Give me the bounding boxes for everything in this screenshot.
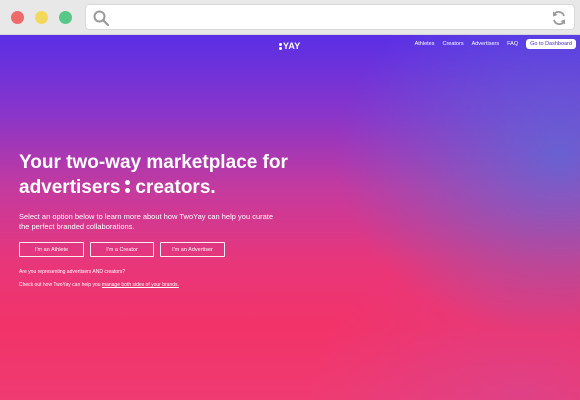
close-window-button[interactable] <box>11 11 24 24</box>
hero-subtitle: Select an option below to learn more abo… <box>19 212 274 231</box>
nav-link-faq[interactable]: FAQ <box>507 41 518 47</box>
role-options: I'm an Athlete I'm a Creator I'm an Adve… <box>19 242 231 257</box>
athlete-button[interactable]: I'm an Athlete <box>19 242 84 257</box>
nav-link-advertisers[interactable]: Advertisers <box>472 41 500 47</box>
hero-title-advertisers: advertisers <box>19 177 121 198</box>
search-icon <box>92 9 110 27</box>
agency-note: Check out how TwoYay can help you manage… <box>19 282 179 288</box>
minimize-window-button[interactable] <box>35 11 48 24</box>
browser-window: YAY Athletes Creators Advertisers FAQ Go… <box>0 0 580 400</box>
address-bar[interactable] <box>85 4 575 30</box>
creator-button[interactable]: I'm a Creator <box>90 242 154 257</box>
logo-colon-icon <box>279 43 282 50</box>
reload-icon[interactable] <box>550 9 568 27</box>
manage-both-sides-link[interactable]: manage both sides of your brands. <box>102 282 179 288</box>
maximize-window-button[interactable] <box>59 11 72 24</box>
hero-title-creators: creators. <box>135 177 216 198</box>
agency-question: Are you representing advertisers AND cre… <box>19 269 126 275</box>
go-to-dashboard-button[interactable]: Go to Dashboard <box>526 39 576 49</box>
colon-icon <box>125 180 131 194</box>
top-nav: Athletes Creators Advertisers FAQ Go to … <box>415 39 576 49</box>
site-logo[interactable]: YAY <box>279 41 300 51</box>
nav-link-athletes[interactable]: Athletes <box>415 41 435 47</box>
agency-note-text: Check out how TwoYay can help you <box>19 282 102 288</box>
browser-toolbar <box>0 0 580 35</box>
advertiser-button[interactable]: I'm an Advertiser <box>160 242 225 257</box>
hero-title: Your two-way marketplace for advertisers… <box>19 150 288 200</box>
nav-link-creators[interactable]: Creators <box>442 41 463 47</box>
hero-title-line1: Your two-way marketplace for <box>19 152 288 173</box>
landing-page: YAY Athletes Creators Advertisers FAQ Go… <box>0 35 580 400</box>
logo-text: YAY <box>283 41 301 51</box>
